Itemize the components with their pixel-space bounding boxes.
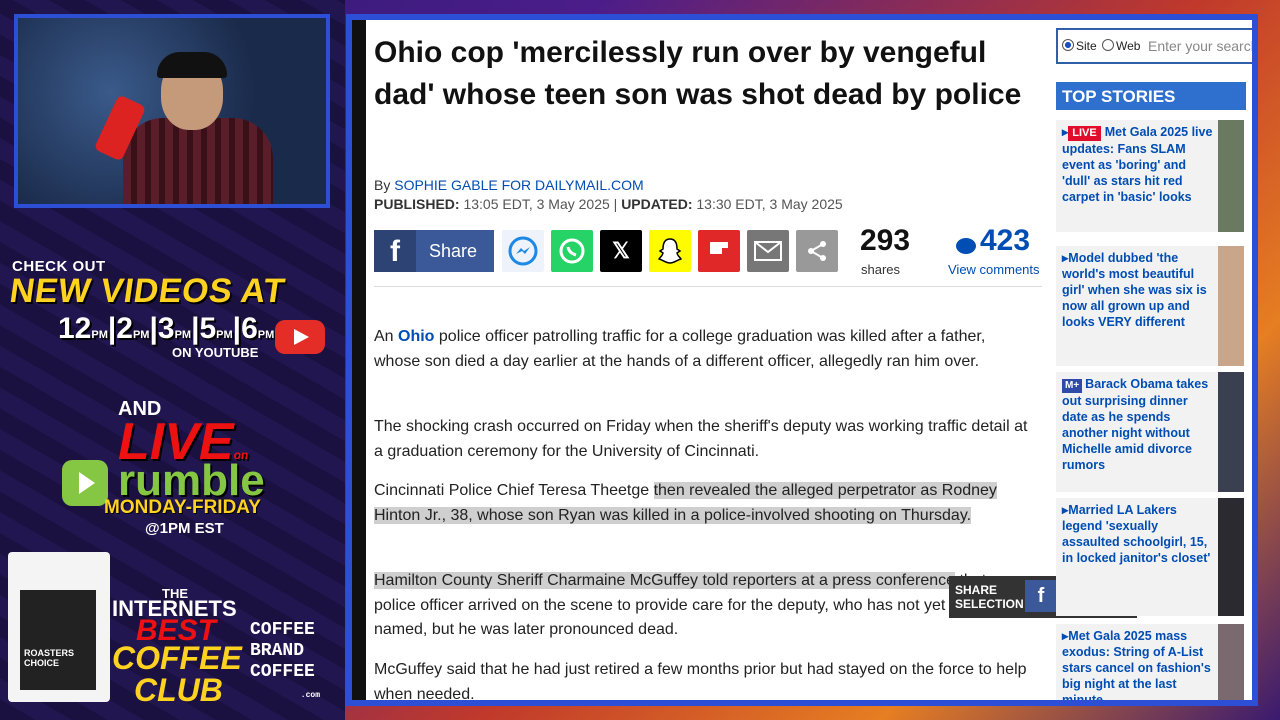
x-icon: 𝕏 — [612, 238, 630, 263]
promo-times: 12PM|2PM|3PM|5PM|6PM — [58, 312, 275, 345]
story-thumbnail-2[interactable] — [1218, 246, 1244, 366]
story-item-2[interactable]: ▸Model dubbed 'the world's most beautifu… — [1056, 246, 1218, 366]
article: Ohio cop 'mercilessly run over by vengef… — [374, 20, 1137, 700]
comment-count[interactable]: 423 — [954, 224, 1030, 258]
article-byline: By SOPHIE GABLE FOR DAILYMAIL.COM — [374, 177, 644, 193]
rumble-icon — [62, 460, 108, 506]
facebook-icon: f — [1037, 585, 1045, 607]
webcam-feed — [14, 14, 330, 208]
coffee-bag-image: ROASTERS CHOICE — [8, 552, 110, 702]
email-icon — [754, 241, 782, 261]
share-selection-facebook[interactable]: f — [1025, 580, 1057, 612]
article-paragraph-3: Cincinnati Police Chief Teresa Theetge t… — [374, 482, 997, 524]
top-stories-header: TOP STORIES — [1056, 82, 1246, 110]
share-icon — [808, 241, 826, 261]
article-paragraph-4: Hamilton County Sheriff Charmaine McGuff… — [374, 572, 1000, 638]
snapchat-icon — [658, 238, 682, 264]
story-thumbnail-3[interactable] — [1218, 372, 1244, 492]
page-gutter — [352, 20, 366, 700]
radio-web[interactable]: Web — [1102, 39, 1140, 53]
search-input[interactable]: Enter your search — [1148, 38, 1252, 54]
share-selection-label: SHARE SELECTION — [955, 583, 1024, 611]
browser-capture: Ohio cop 'mercilessly run over by vengef… — [346, 14, 1258, 706]
messenger-icon — [508, 236, 538, 266]
x-share-button[interactable]: 𝕏 — [600, 230, 642, 272]
whatsapp-share-button[interactable] — [551, 230, 593, 272]
flipboard-share-button[interactable] — [698, 230, 740, 272]
promo-monday-friday: MONDAY-FRIDAY — [104, 497, 261, 518]
facebook-share-button[interactable]: f Share — [374, 230, 494, 272]
divider — [374, 286, 1042, 287]
story-item-1[interactable]: ▸ LIVE Met Gala 2025 live updates: Fans SL… — [1056, 120, 1218, 232]
live-badge: LIVE — [1068, 126, 1101, 141]
share-bar: f Share 𝕏 293 shares 423 View comments — [374, 224, 1042, 277]
coffee-brand-logo: COFFEE BRAND COFFEE .com — [250, 620, 320, 700]
promo-on-youtube: ON YOUTUBE — [172, 345, 259, 360]
story-item-3[interactable]: M+ Barack Obama takes out surprising dinn… — [1056, 372, 1218, 492]
view-comments-link[interactable]: View comments — [948, 262, 1040, 277]
site-search: Site Web Enter your search — [1056, 28, 1252, 64]
story-thumbnail-1[interactable] — [1218, 120, 1244, 232]
share-count-label: shares — [861, 262, 901, 277]
snapchat-share-button[interactable] — [649, 230, 691, 272]
article-paragraph-2: The shocking crash occurred on Friday wh… — [374, 418, 1028, 460]
flipboard-icon — [710, 242, 728, 254]
author-link[interactable]: SOPHIE GABLE FOR DAILYMAIL.COM — [394, 177, 643, 193]
radio-site[interactable]: Site — [1062, 39, 1097, 53]
article-paragraph-1: An Ohio police officer patrolling traffi… — [374, 328, 986, 370]
share-count: 293 — [860, 224, 911, 257]
messenger-share-button[interactable] — [502, 230, 544, 272]
article-headline: Ohio cop 'mercilessly run over by vengef… — [374, 36, 1022, 111]
email-share-button[interactable] — [747, 230, 789, 272]
youtube-icon — [275, 320, 325, 354]
streamer-figure — [93, 48, 283, 204]
stream-overlay: CHECK OUT NEW VIDEOS AT 12PM|2PM|3PM|5PM… — [0, 0, 345, 720]
whatsapp-icon — [559, 238, 585, 264]
story-item-4[interactable]: ▸Married LA Lakers legend 'sexually assa… — [1056, 498, 1218, 616]
club-text-5: CLUB — [134, 672, 223, 708]
coffee-bag-label: ROASTERS CHOICE — [24, 648, 75, 668]
article-dates: PUBLISHED: 13:05 EDT, 3 May 2025 | UPDAT… — [374, 196, 843, 212]
promo-time-est: @1PM EST — [145, 520, 224, 537]
story-thumbnail-4[interactable] — [1218, 498, 1244, 616]
plus-badge: M+ — [1062, 379, 1083, 393]
story-thumbnail-5[interactable] — [1218, 624, 1244, 700]
ohio-link[interactable]: Ohio — [398, 328, 434, 345]
more-share-button[interactable] — [796, 230, 838, 272]
facebook-icon: f — [374, 230, 416, 272]
promo-new-videos: NEW VIDEOS AT — [7, 272, 288, 310]
story-item-5[interactable]: ▸Met Gala 2025 mass exodus: String of A-… — [1056, 624, 1218, 700]
article-paragraph-5: McGuffey said that he had just retired a… — [374, 661, 1027, 703]
